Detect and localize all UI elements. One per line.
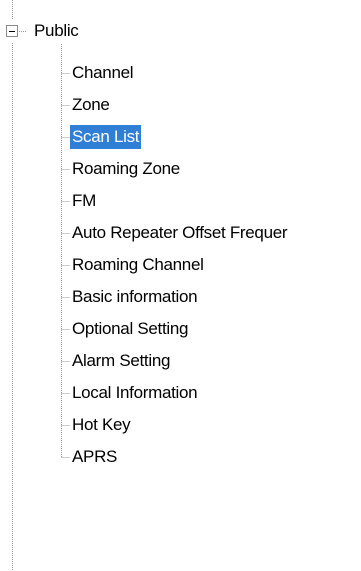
tree-item-label[interactable]: Zone: [70, 93, 112, 117]
tree-item-label[interactable]: Local Information: [70, 381, 199, 405]
tree-item-channel[interactable]: Channel: [70, 57, 289, 89]
tree-item-fm[interactable]: FM: [70, 185, 289, 217]
minus-box-icon[interactable]: [6, 25, 18, 37]
tree-children: Channel Zone Scan List Roaming Zone FM A…: [70, 57, 289, 473]
tree-item-label[interactable]: APRS: [70, 445, 119, 469]
tree-item-hot-key[interactable]: Hot Key: [70, 409, 289, 441]
tree-item-alarm-setting[interactable]: Alarm Setting: [70, 345, 289, 377]
tree-item-roaming-zone[interactable]: Roaming Zone: [70, 153, 289, 185]
tree-item-auto-repeater-offset[interactable]: Auto Repeater Offset Frequer: [70, 217, 289, 249]
tree-item-local-information[interactable]: Local Information: [70, 377, 289, 409]
tree-root-public[interactable]: Public: [6, 19, 81, 43]
tree-item-label[interactable]: Roaming Zone: [70, 157, 182, 181]
tree-item-label[interactable]: Auto Repeater Offset Frequer: [70, 221, 289, 245]
tree-item-scan-list[interactable]: Scan List: [70, 121, 289, 153]
tree-item-label[interactable]: Optional Setting: [70, 317, 190, 341]
tree-item-label[interactable]: Roaming Channel: [70, 253, 206, 277]
tree-item-zone[interactable]: Zone: [70, 89, 289, 121]
tree-view[interactable]: Public Channel Zone Scan List Roaming Zo…: [0, 0, 361, 571]
tree-item-label[interactable]: Scan List: [70, 125, 142, 149]
tree-root-label[interactable]: Public: [32, 20, 81, 42]
tree-item-aprs[interactable]: APRS: [70, 441, 289, 473]
tree-item-label[interactable]: Channel: [70, 61, 135, 85]
tree-item-basic-information[interactable]: Basic information: [70, 281, 289, 313]
tree-item-label[interactable]: FM: [70, 189, 98, 213]
tree-item-label[interactable]: Basic information: [70, 285, 199, 309]
tree-item-optional-setting[interactable]: Optional Setting: [70, 313, 289, 345]
tree-item-label[interactable]: Hot Key: [70, 413, 132, 437]
tree-item-label[interactable]: Alarm Setting: [70, 349, 172, 373]
tree-item-roaming-channel[interactable]: Roaming Channel: [70, 249, 289, 281]
